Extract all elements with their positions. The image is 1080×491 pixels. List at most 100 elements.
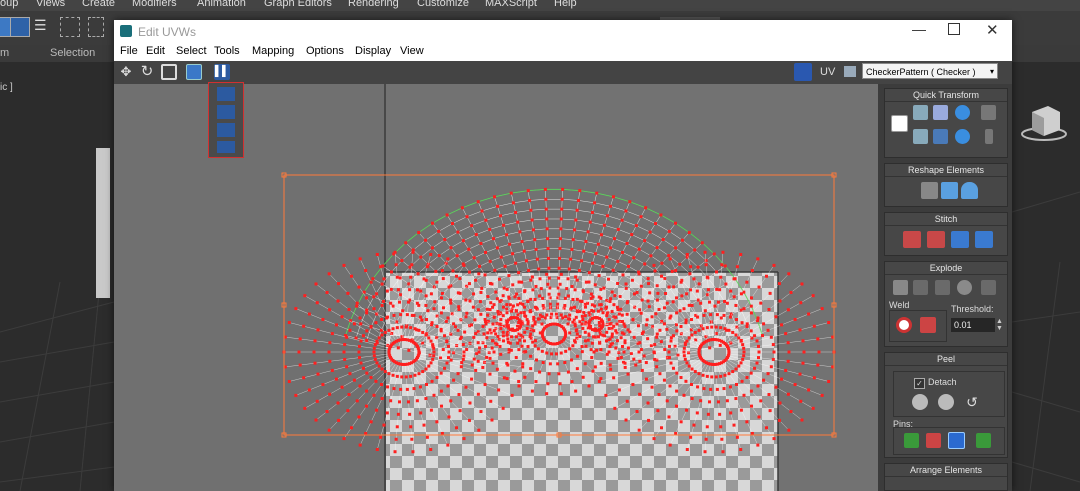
stitch-custom-icon[interactable] [975, 231, 993, 248]
uv-label: UV [820, 66, 836, 78]
rotate-minus-90-icon[interactable] [955, 129, 970, 144]
detach-edge-icon[interactable] [913, 280, 928, 295]
straighten-icon[interactable] [921, 182, 938, 199]
uvw-rollout-panel: Quick Transform Reshape Elements Stitch [878, 84, 1012, 491]
show-map-icon[interactable] [794, 63, 812, 81]
freeform-icon[interactable] [186, 64, 202, 80]
maximize-icon[interactable] [948, 23, 960, 35]
texture-select[interactable]: CheckerPattern ( Checker ) ▾ [862, 63, 998, 79]
select-cursor-icon[interactable] [10, 17, 30, 37]
texture-list-icon[interactable] [844, 66, 856, 77]
peel-mode-icon[interactable] [938, 394, 954, 410]
relax-icon[interactable] [941, 182, 958, 199]
reshape-elements-title[interactable]: Reshape Elements [885, 164, 1007, 177]
rotate-icon[interactable]: ↻ [139, 64, 155, 80]
mirror-flyout [208, 82, 244, 158]
mirror-vertical-icon[interactable] [217, 105, 235, 119]
flatten-by-polygon-icon[interactable] [935, 280, 950, 295]
viewport-object-fragment [96, 148, 110, 298]
weld-group [889, 310, 947, 342]
menu-view[interactable]: View [400, 45, 424, 57]
ribbon-label-left: m [0, 47, 10, 59]
peel-group: ✓ Detach ↺ [893, 371, 1005, 417]
arrange-elements-title[interactable]: Arrange Elements [885, 464, 1007, 477]
host-menu-customize[interactable]: Customize [417, 0, 469, 9]
unpin-selected-icon[interactable] [926, 433, 941, 448]
detach-checkbox[interactable]: ✓ [914, 378, 925, 389]
select-by-name-icon[interactable]: ☰ [34, 17, 54, 37]
app-logo-icon [120, 25, 132, 37]
peel-panel: Peel ✓ Detach ↺ Pins: [884, 352, 1008, 458]
stitch-title[interactable]: Stitch [885, 213, 1007, 226]
peel-title[interactable]: Peel [885, 353, 1007, 366]
host-menu-group[interactable]: oup [0, 0, 18, 9]
flatten-by-material-icon[interactable] [981, 280, 996, 295]
menu-display[interactable]: Display [355, 45, 391, 57]
chevron-down-icon: ▾ [989, 67, 994, 76]
host-menu-rendering[interactable]: Rendering [348, 0, 399, 9]
menu-edit[interactable]: Edit [146, 45, 165, 57]
minimize-icon[interactable]: — [912, 21, 926, 37]
checker-texture [386, 272, 778, 491]
flatten-by-smoothing-icon[interactable] [957, 280, 972, 295]
threshold-input[interactable]: 0.01 [951, 318, 995, 332]
rectangular-selection-icon[interactable] [60, 17, 80, 37]
weld-selected-icon[interactable] [896, 317, 912, 333]
rotate-90-icon[interactable] [955, 105, 970, 120]
reset-peel-icon[interactable]: ↺ [964, 394, 980, 410]
select-pinned-icon[interactable] [976, 433, 991, 448]
quick-peel-icon[interactable] [912, 394, 928, 410]
space-horizontal-icon[interactable] [981, 105, 996, 120]
uvw-toolbar: ✥ ↻ ▌▌ UV CheckerPattern ( Checker ) ▾ [114, 61, 1012, 84]
host-menu-create[interactable]: Create [82, 0, 115, 9]
quick-transform-panel: Quick Transform [884, 88, 1008, 158]
texture-select-value: CheckerPattern ( Checker ) [866, 67, 976, 77]
host-menu-animation[interactable]: Animation [197, 0, 246, 9]
explode-panel: Explode Weld Threshold: 0.01 ▲ ▼ [884, 261, 1008, 347]
threshold-label: Threshold: [951, 304, 994, 314]
weld-target-icon[interactable] [920, 317, 936, 333]
close-icon[interactable]: ✕ [986, 21, 999, 39]
flip-vertical-icon[interactable] [217, 141, 235, 153]
host-menu-views[interactable]: Views [36, 0, 65, 9]
uvw-menubar: File Edit Select Tools Mapping Options D… [114, 42, 1012, 61]
menu-file[interactable]: File [120, 45, 138, 57]
stitch-to-source-icon[interactable] [951, 231, 969, 248]
stitch-panel: Stitch [884, 212, 1008, 256]
host-menu-maxscript[interactable]: MAXScript [485, 0, 537, 9]
align-to-center-icon[interactable] [933, 129, 948, 144]
threshold-spinner-icon[interactable]: ▲ ▼ [996, 318, 1003, 332]
edit-uvws-window: Edit UVWs — ✕ File Edit Select Tools Map… [114, 20, 1012, 491]
stitch-to-target-icon[interactable] [903, 231, 921, 248]
stitch-to-average-icon[interactable] [927, 231, 945, 248]
detach-label: Detach [928, 377, 957, 387]
menu-tools[interactable]: Tools [214, 45, 240, 57]
host-menu-graph-editors[interactable]: Graph Editors [264, 0, 332, 9]
align-vertical-icon[interactable] [913, 129, 928, 144]
break-icon[interactable] [893, 280, 908, 295]
auto-pin-icon[interactable] [948, 432, 965, 449]
reshape-elements-panel: Reshape Elements [884, 163, 1008, 207]
window-crossing-icon[interactable] [88, 17, 104, 37]
mirror-icon[interactable]: ▌▌ [214, 64, 230, 80]
move-icon[interactable]: ✥ [118, 64, 134, 80]
explode-title[interactable]: Explode [885, 262, 1007, 275]
align-horizontal-icon[interactable] [913, 105, 928, 120]
host-menu-help[interactable]: Help [554, 0, 577, 9]
mirror-horizontal-icon[interactable] [217, 87, 235, 101]
threshold-value: 0.01 [954, 320, 972, 330]
set-pivot-icon[interactable] [891, 115, 908, 132]
menu-select[interactable]: Select [176, 45, 207, 57]
pins-group [893, 427, 1005, 455]
flip-horizontal-icon[interactable] [217, 123, 235, 137]
circle-icon[interactable] [961, 182, 978, 199]
space-vertical-icon[interactable] [985, 129, 993, 144]
weld-label: Weld [889, 300, 910, 310]
menu-mapping[interactable]: Mapping [252, 45, 294, 57]
menu-options[interactable]: Options [306, 45, 344, 57]
quick-transform-title[interactable]: Quick Transform [885, 89, 1007, 102]
pin-selected-icon[interactable] [904, 433, 919, 448]
align-to-edge-icon[interactable] [933, 105, 948, 120]
host-menu-modifiers[interactable]: Modifiers [132, 0, 177, 9]
scale-icon[interactable] [161, 64, 177, 80]
